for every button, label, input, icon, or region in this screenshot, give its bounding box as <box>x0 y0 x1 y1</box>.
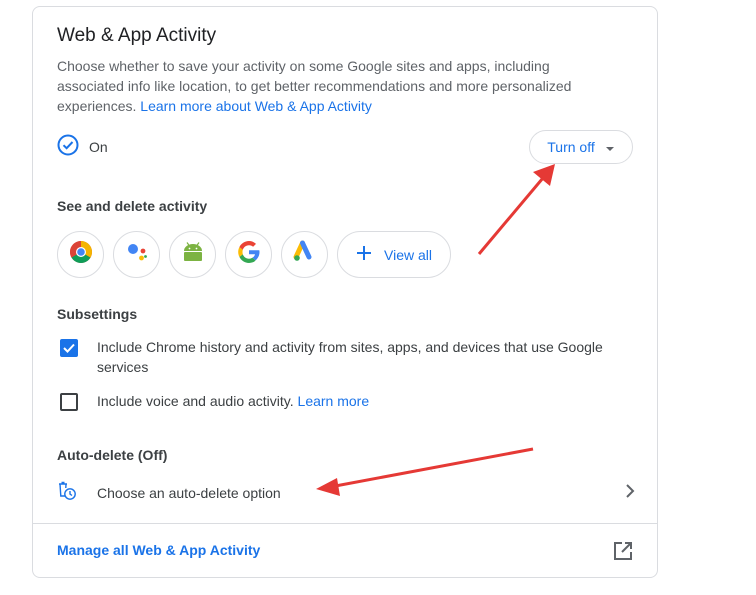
app-android[interactable] <box>169 231 216 278</box>
chrome-icon <box>69 240 93 269</box>
google-ads-icon <box>293 240 317 269</box>
chevron-right-icon <box>625 483 635 503</box>
subsetting-voice-audio: Include voice and audio activity. Learn … <box>57 391 627 411</box>
card-description: Choose whether to save your activity on … <box>57 56 577 116</box>
app-google[interactable] <box>225 231 272 278</box>
status-row: On <box>57 134 108 161</box>
chrome-history-checkbox[interactable] <box>60 339 78 357</box>
autodelete-option-label: Choose an auto-delete option <box>97 485 281 501</box>
turn-off-label: Turn off <box>547 139 595 155</box>
google-assistant-icon <box>125 240 149 269</box>
subsettings-title: Subsettings <box>57 306 138 322</box>
view-all-button[interactable]: View all <box>337 231 451 278</box>
activity-card: Web & App Activity Choose whether to sav… <box>32 6 658 578</box>
open-in-new-icon[interactable] <box>613 541 633 566</box>
subsetting-chrome-history: Include Chrome history and activity from… <box>57 337 627 377</box>
autodelete-title: Auto-delete (Off) <box>57 447 168 463</box>
auto-delete-icon <box>57 481 77 506</box>
app-chrome[interactable] <box>57 231 104 278</box>
voice-audio-label: Include voice and audio activity. Learn … <box>97 391 627 411</box>
dropdown-arrow-icon <box>605 139 615 155</box>
voice-audio-checkbox[interactable] <box>60 393 78 411</box>
app-list: View all <box>57 231 451 278</box>
voice-audio-text: Include voice and audio activity. <box>97 393 294 409</box>
voice-learn-more-link[interactable]: Learn more <box>298 393 370 409</box>
android-icon <box>181 240 205 269</box>
chrome-history-label: Include Chrome history and activity from… <box>97 339 603 375</box>
check-circle-icon <box>57 134 79 161</box>
plus-icon <box>356 245 372 264</box>
learn-more-link[interactable]: Learn more about Web & App Activity <box>140 98 372 114</box>
view-all-label: View all <box>384 246 432 263</box>
autodelete-option-row[interactable]: Choose an auto-delete option <box>57 481 635 505</box>
google-icon <box>237 240 261 269</box>
activity-section-title: See and delete activity <box>57 198 208 214</box>
manage-activity-link[interactable]: Manage all Web & App Activity <box>57 542 260 558</box>
app-google-assistant[interactable] <box>113 231 160 278</box>
app-google-ads[interactable] <box>281 231 328 278</box>
card-title: Web & App Activity <box>57 25 217 46</box>
status-text: On <box>89 139 108 155</box>
footer-divider <box>33 523 657 524</box>
turn-off-button[interactable]: Turn off <box>529 130 633 164</box>
